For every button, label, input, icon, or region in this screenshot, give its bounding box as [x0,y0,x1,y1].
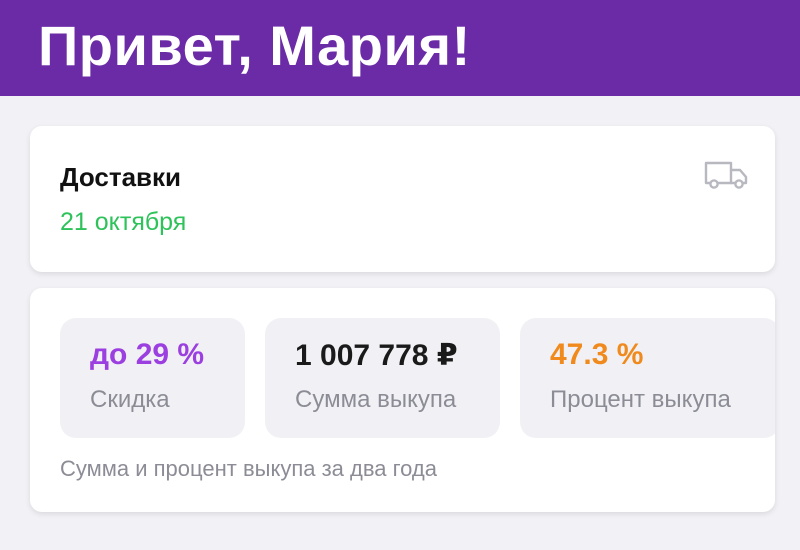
discount-label: Скидка [90,386,170,413]
greeting-title: Привет, Мария! [38,14,471,77]
header-bar: Привет, Мария! [0,0,800,96]
purchase-sum-label: Сумма выкупа [295,386,457,413]
deliveries-title: Доставки [60,162,182,192]
purchase-percent-label: Процент выкупа [550,386,731,413]
purchase-sum-value: 1 007 778 ₽ [295,339,458,372]
purchase-sum-tile[interactable]: 1 007 778 ₽ Сумма выкупа [265,318,500,438]
purchase-percent-tile[interactable]: 47.3 % Процент выкупа [520,318,775,438]
stats-footnote: Сумма и процент выкупа за два года [60,456,438,481]
purchase-percent-value: 47.3 % [550,338,644,371]
delivery-date: 21 октября [60,208,187,236]
deliveries-card[interactable]: Доставки 21 октября [30,126,775,272]
truck-icon [704,161,748,189]
discount-tile[interactable]: до 29 % Скидка [60,318,245,438]
purchase-stats-card: до 29 % Скидка 1 007 778 ₽ Сумма выкупа … [30,288,775,512]
discount-value: до 29 % [90,338,205,371]
